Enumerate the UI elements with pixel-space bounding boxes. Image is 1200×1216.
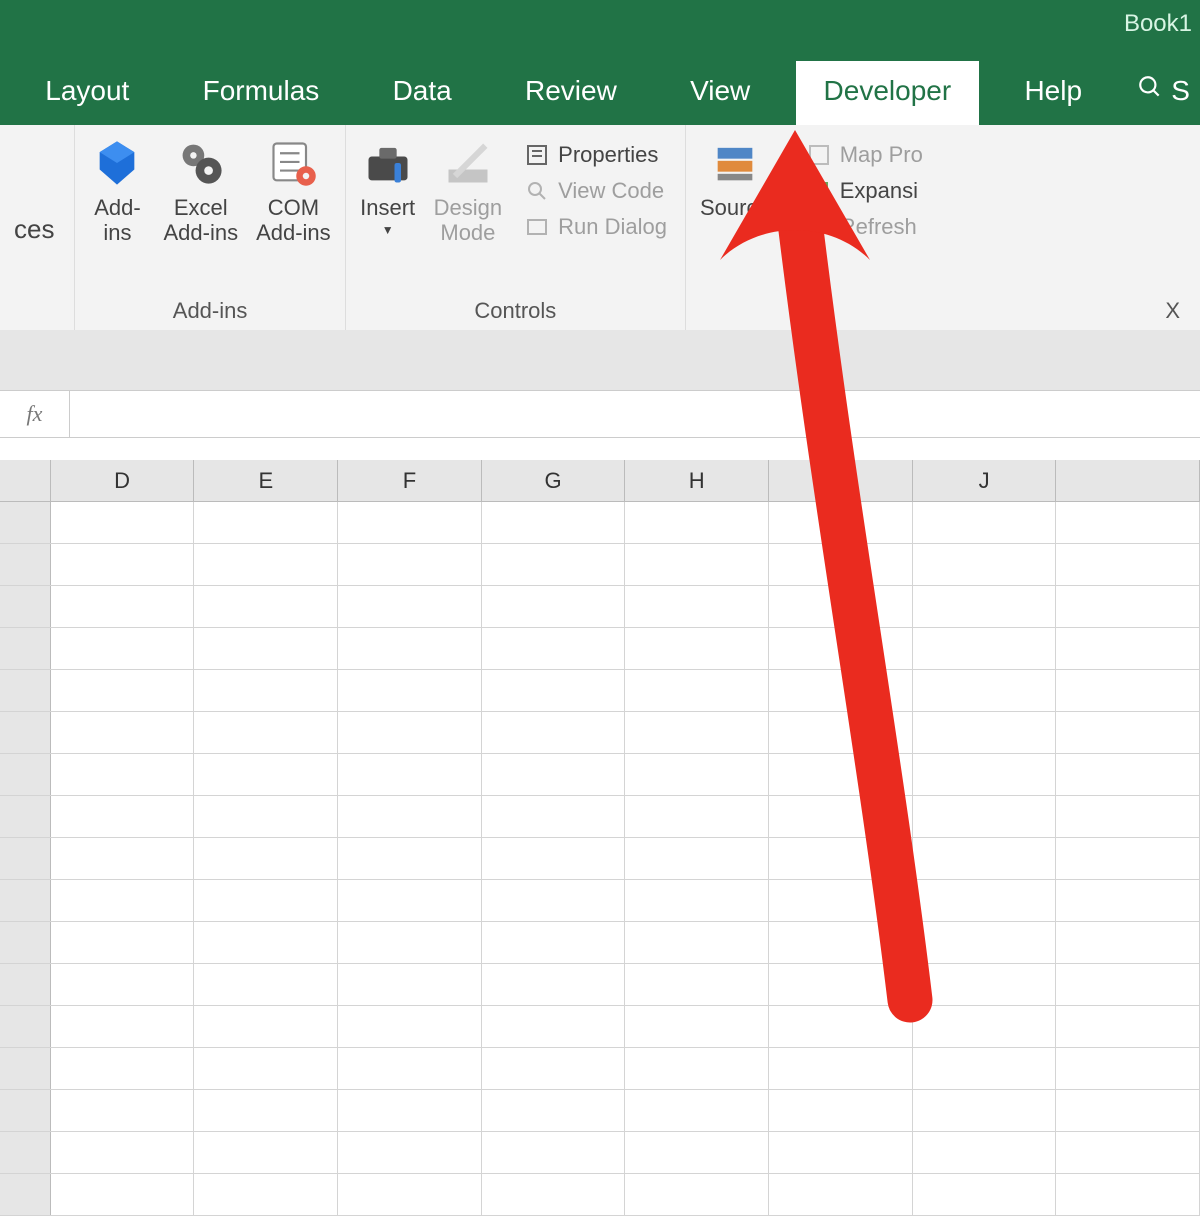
col-header[interactable]: J (913, 460, 1057, 501)
formula-bar: fx (0, 390, 1200, 438)
view-code-icon (524, 178, 550, 204)
source-icon (707, 135, 763, 191)
col-header[interactable]: H (625, 460, 769, 501)
dropdown-icon: ▼ (382, 224, 394, 238)
checklist-gear-icon (265, 135, 321, 191)
run-dialog-label: Run Dialog (558, 214, 667, 240)
ribbon-group-controls: Insert ▼ Design Mode Properties (346, 125, 686, 330)
spacer (0, 438, 1200, 460)
tab-help[interactable]: Help (996, 61, 1110, 125)
truncated-label: ces (14, 214, 54, 245)
design-mode-label: Design Mode (434, 195, 502, 246)
excel-addins-button[interactable]: Excel Add-ins (163, 135, 238, 246)
expansion-icon (806, 178, 832, 204)
tab-review[interactable]: Review (497, 61, 645, 125)
ribbon-truncated-left: ces (0, 125, 75, 330)
separator-bar (0, 330, 1200, 390)
tab-formulas[interactable]: Formulas (175, 61, 348, 125)
refresh-data-button[interactable]: Refresh (802, 211, 927, 243)
col-header[interactable]: F (338, 460, 482, 501)
search-label: S (1171, 75, 1190, 107)
run-dialog-button[interactable]: Run Dialog (520, 211, 671, 243)
toolbox-icon (360, 135, 416, 191)
col-header[interactable]: E (194, 460, 338, 501)
ribbon-group-addins: Add- ins Excel Add-ins COM Add-ins Add-i… (75, 125, 345, 330)
design-mode-button[interactable]: Design Mode (434, 135, 502, 246)
title-bar: Book1 (0, 0, 1200, 50)
controls-group-label: Controls (474, 294, 556, 324)
insert-control-button[interactable]: Insert ▼ (360, 135, 416, 238)
addins-button[interactable]: Add- ins (89, 135, 145, 246)
cells-area[interactable] (0, 502, 1200, 1216)
col-header[interactable] (769, 460, 913, 501)
ribbon-group-xml: Source Map Pro Expansi (686, 125, 1200, 330)
ruler-pencil-icon (440, 135, 496, 191)
col-header[interactable] (1056, 460, 1200, 501)
ribbon-tabs: Layout Formulas Data Review View Develop… (0, 50, 1200, 125)
properties-button[interactable]: Properties (520, 139, 671, 171)
addins-label: Add- ins (94, 195, 140, 246)
insert-label: Insert (360, 195, 415, 220)
properties-label: Properties (558, 142, 658, 168)
properties-icon (524, 142, 550, 168)
row-header-corner[interactable] (0, 460, 51, 501)
ribbon: ces Add- ins Excel Add-ins COM Add-ins (0, 125, 1200, 330)
addins-group-label: Add-ins (173, 294, 248, 324)
tab-layout[interactable]: Layout (17, 61, 157, 125)
tab-data[interactable]: Data (365, 61, 480, 125)
col-header[interactable]: D (51, 460, 195, 501)
xml-group-label: X (1165, 294, 1186, 324)
view-code-label: View Code (558, 178, 664, 204)
map-properties-label: Map Pro (840, 142, 923, 168)
spreadsheet-grid: D E F G H J (0, 460, 1200, 1216)
map-properties-button[interactable]: Map Pro (802, 139, 927, 171)
map-properties-icon (806, 142, 832, 168)
refresh-label: Refresh (840, 214, 917, 240)
column-headers: D E F G H J (0, 460, 1200, 502)
excel-addins-label: Excel Add-ins (163, 195, 238, 246)
run-dialog-icon (524, 214, 550, 240)
tell-me-search[interactable]: S (1127, 60, 1200, 125)
tab-developer[interactable]: Developer (796, 61, 980, 125)
source-label: Source (700, 195, 770, 220)
com-addins-label: COM Add-ins (256, 195, 331, 246)
workbook-title: Book1 (1124, 10, 1192, 38)
refresh-icon (806, 214, 832, 240)
fx-label[interactable]: fx (0, 391, 70, 437)
com-addins-button[interactable]: COM Add-ins (256, 135, 331, 246)
addins-icon (89, 135, 145, 191)
formula-input[interactable] (70, 391, 1200, 437)
col-header[interactable]: G (482, 460, 626, 501)
source-button[interactable]: Source (700, 135, 770, 220)
tab-view[interactable]: View (662, 61, 778, 125)
view-code-button[interactable]: View Code (520, 175, 671, 207)
search-icon (1137, 74, 1163, 107)
gear-icon (173, 135, 229, 191)
expansion-packs-button[interactable]: Expansi (802, 175, 927, 207)
expansion-label: Expansi (840, 178, 918, 204)
